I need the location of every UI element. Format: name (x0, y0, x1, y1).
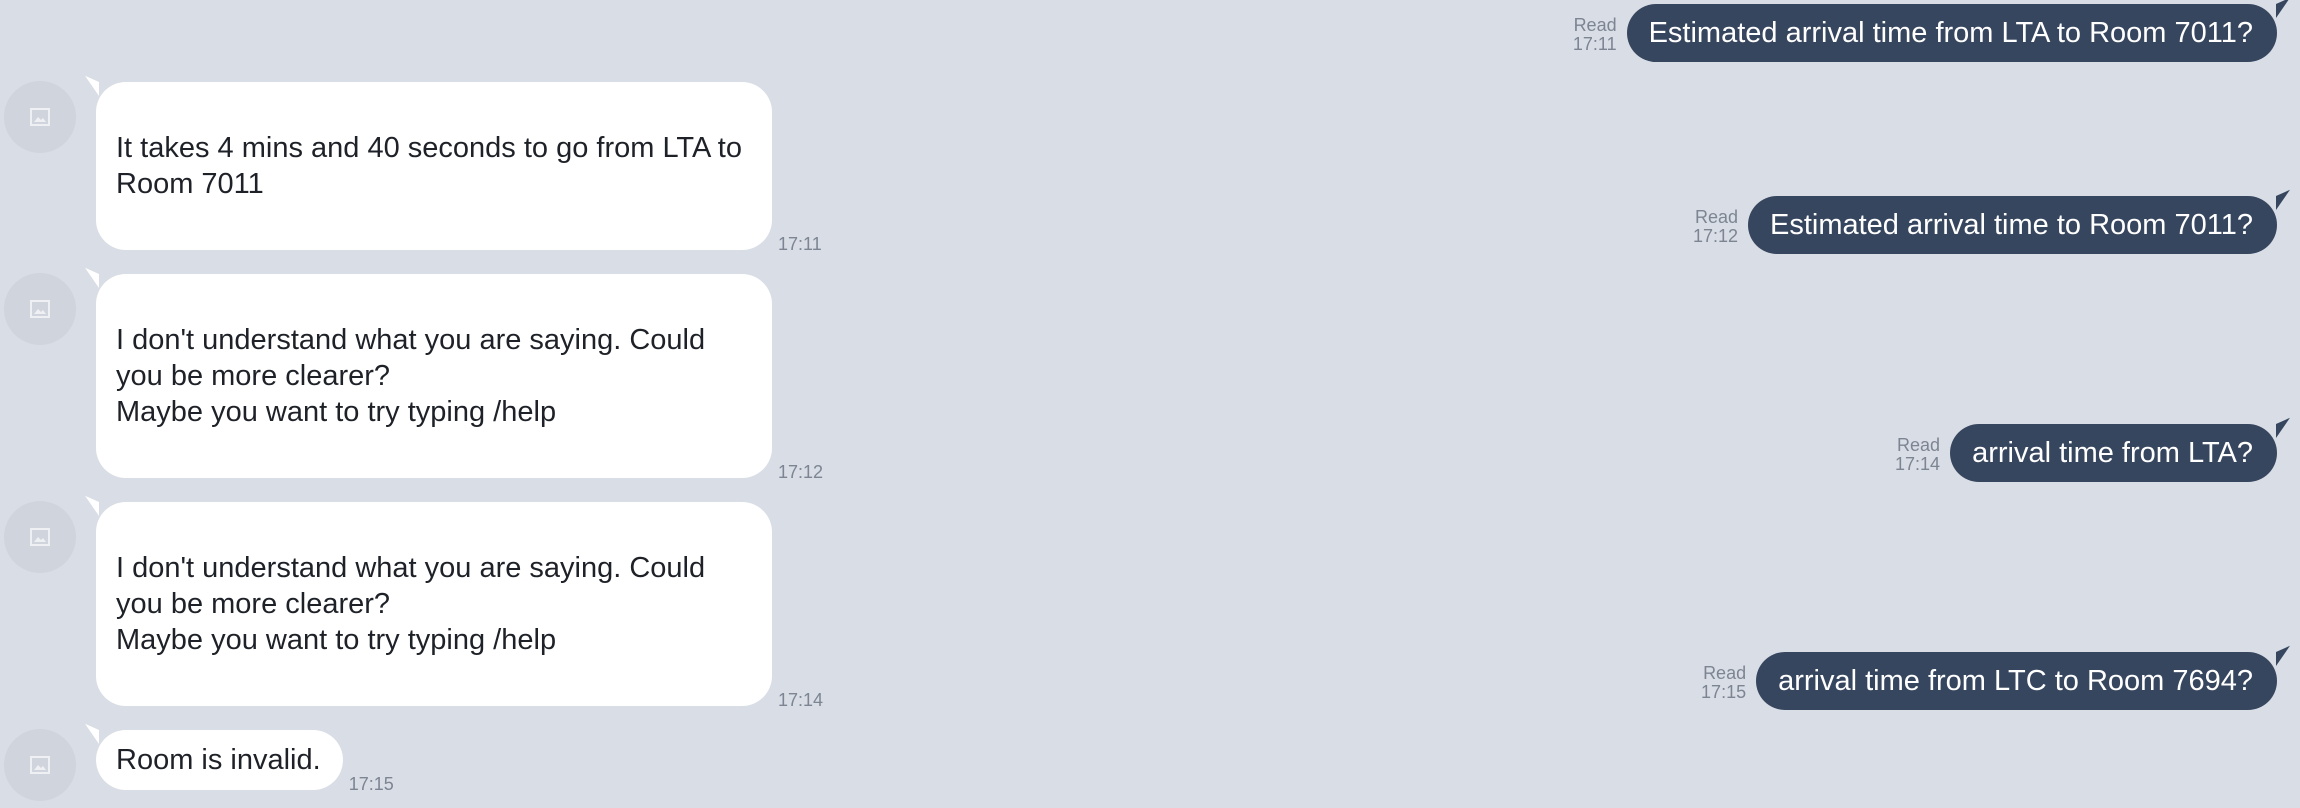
outgoing-message-row: Read 17:11 Estimated arrival time from L… (1573, 0, 2290, 62)
message-text: arrival time from LTC to Room 7694? (1778, 665, 2253, 697)
message-text: I don't understand what you are saying. … (116, 324, 706, 428)
incoming-message-bubble[interactable]: Room is invalid. (85, 723, 343, 790)
message-text: Estimated arrival time from LTA to Room … (1648, 17, 2253, 49)
message-time: 17:11 (1572, 34, 1617, 54)
bubble-tail (85, 267, 99, 288)
message-text: Estimated arrival time to Room 7011? (1769, 209, 2253, 241)
bubble-tail (85, 495, 99, 516)
outgoing-message-row: Read 17:15 arrival time from LTC to Room… (1701, 645, 2290, 710)
message-text: It takes 4 mins and 40 seconds to go fro… (116, 132, 742, 200)
message-time: 17:14 (1895, 454, 1941, 474)
message-time: 17:12 (778, 462, 824, 482)
incoming-message-row: It takes 4 mins and 40 seconds to go fro… (85, 75, 822, 254)
chat-history[interactable]: Read 17:11 Estimated arrival time from L… (0, 0, 2300, 808)
avatar[interactable] (4, 501, 76, 573)
image-placeholder-icon (30, 528, 50, 546)
message-text: Room is invalid. (116, 744, 321, 776)
message-time: 17:14 (778, 690, 824, 710)
avatar[interactable] (4, 273, 76, 345)
incoming-message-bubble[interactable]: I don't understand what you are saying. … (85, 495, 772, 706)
image-placeholder-icon (30, 300, 50, 318)
message-text: I don't understand what you are saying. … (116, 552, 706, 656)
avatar[interactable] (4, 729, 76, 801)
message-meta: Read 17:14 (1895, 436, 1940, 474)
avatar[interactable] (4, 81, 76, 153)
read-receipt: Read (1703, 663, 1747, 683)
read-receipt: Read (1694, 207, 1738, 227)
outgoing-message-bubble[interactable]: Estimated arrival time from LTA to Room … (1626, 0, 2290, 62)
message-meta: Read 17:11 (1573, 16, 1617, 54)
message-time: 17:12 (1692, 226, 1738, 246)
image-placeholder-icon (30, 756, 50, 774)
incoming-message-row: Room is invalid. 17:15 (85, 723, 394, 794)
message-time: 17:15 (1701, 682, 1747, 702)
outgoing-message-row: Read 17:14 arrival time from LTA? (1895, 417, 2290, 482)
message-time: 17:15 (348, 774, 394, 794)
bubble-tail (2276, 0, 2290, 19)
outgoing-message-bubble[interactable]: arrival time from LTA? (1950, 417, 2290, 482)
message-text: arrival time from LTA? (1972, 437, 2253, 469)
read-receipt: Read (1573, 15, 1617, 35)
bubble-tail (2276, 417, 2290, 438)
bubble-tail (85, 75, 99, 96)
read-receipt: Read (1897, 435, 1941, 455)
bubble-tail (2276, 189, 2290, 210)
outgoing-message-bubble[interactable]: arrival time from LTC to Room 7694? (1756, 645, 2290, 710)
image-placeholder-icon (30, 108, 50, 126)
message-time: 17:11 (778, 234, 822, 254)
incoming-message-row: I don't understand what you are saying. … (85, 495, 823, 710)
message-meta: Read 17:15 (1701, 664, 1746, 702)
bubble-tail (85, 723, 99, 744)
outgoing-message-bubble[interactable]: Estimated arrival time to Room 7011? (1747, 189, 2290, 254)
outgoing-message-row: Read 17:12 Estimated arrival time to Roo… (1693, 189, 2290, 254)
incoming-message-bubble[interactable]: I don't understand what you are saying. … (85, 267, 772, 478)
message-meta: Read 17:12 (1693, 208, 1738, 246)
bubble-tail (2276, 645, 2290, 666)
incoming-message-bubble[interactable]: It takes 4 mins and 40 seconds to go fro… (85, 75, 772, 250)
incoming-message-row: I don't understand what you are saying. … (85, 267, 823, 482)
